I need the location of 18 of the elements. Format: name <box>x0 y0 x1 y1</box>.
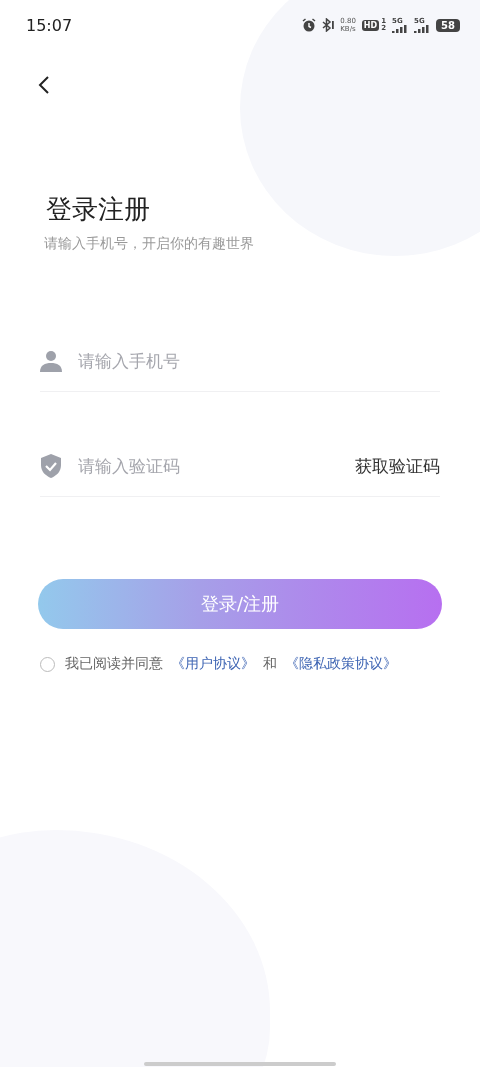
bluetooth-icon <box>322 18 335 32</box>
hd-badge: HD <box>361 19 380 31</box>
user-icon <box>40 350 62 372</box>
get-code-button[interactable]: 获取验证码 <box>355 454 440 478</box>
alarm-icon <box>302 18 317 32</box>
agreement-text: 我已阅读并同意 <box>65 655 163 673</box>
signal-icon <box>392 24 409 33</box>
phone-input[interactable]: 请输入手机号 <box>76 350 440 372</box>
privacy-policy-link[interactable]: 《隐私政策协议》 <box>285 655 397 673</box>
back-icon <box>38 74 50 95</box>
signal-icon <box>414 24 431 33</box>
joiner-text: 和 <box>263 655 277 673</box>
page-title: 登录注册 <box>46 193 151 226</box>
status-time: 15:07 <box>26 15 73 35</box>
page-subtitle: 请输入手机号，开启你的有趣世界 <box>44 235 255 253</box>
code-input[interactable]: 请输入验证码 <box>76 455 341 477</box>
shield-check-icon <box>40 454 62 478</box>
user-agreement-link[interactable]: 《用户协议》 <box>171 655 255 673</box>
